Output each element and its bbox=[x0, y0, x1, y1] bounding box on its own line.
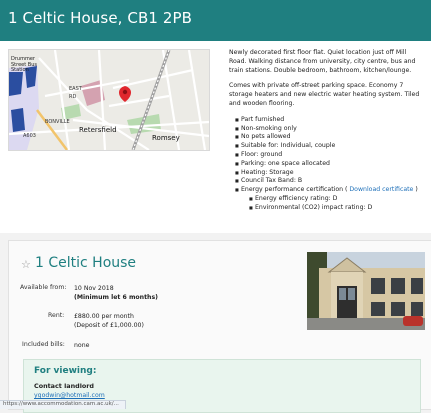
minimum-let: (Minimum let 6 months) bbox=[74, 294, 158, 301]
available-value: 10 Nov 2018 (Minimum let 6 months) bbox=[74, 284, 158, 302]
map-label-bus-station: Drummer Street Bus Station bbox=[11, 56, 37, 73]
feature-item: Parking: one space allocated bbox=[235, 160, 425, 169]
download-certificate-link[interactable]: Download certificate bbox=[349, 186, 413, 193]
feature-item: Non-smoking only bbox=[235, 125, 425, 134]
rent-amount: £880.00 per month bbox=[74, 313, 134, 320]
map-label-bonville: BONVILLE bbox=[45, 119, 70, 125]
star-outline-icon[interactable]: ☆ bbox=[21, 258, 31, 271]
feature-item: Part furnished bbox=[235, 116, 425, 125]
listing-title: 1 Celtic House bbox=[35, 255, 137, 271]
summary-section: Drummer Street Bus Station EAST RD BONVI… bbox=[0, 41, 431, 233]
map-label-rd: RD bbox=[69, 94, 77, 100]
map-label-east: EAST bbox=[69, 86, 82, 92]
epc-rating-item: Environmental (CO2) impact rating: D bbox=[249, 204, 425, 213]
property-photo[interactable] bbox=[307, 252, 425, 330]
feature-list: Part furnished Non-smoking only No pets … bbox=[229, 116, 425, 213]
epc-rating-item: Energy efficiency rating: D bbox=[249, 195, 425, 204]
location-map[interactable]: Drummer Street Bus Station EAST RD BONVI… bbox=[8, 49, 210, 151]
house-photo-graphic bbox=[307, 252, 425, 330]
title-bar: 1 Celtic House, CB1 2PB bbox=[0, 0, 431, 41]
epc-prefix: Energy performance certification ( bbox=[241, 186, 350, 194]
feature-item: Suitable for: Individual, couple bbox=[235, 142, 425, 151]
page-title: 1 Celtic House, CB1 2PB bbox=[8, 9, 193, 27]
feature-item: Council Tax Band: B bbox=[235, 177, 425, 186]
epc-suffix: ) bbox=[413, 186, 418, 194]
map-label-romsey: Romsey bbox=[152, 134, 180, 142]
rent-value: £880.00 per month (Deposit of £1,000.00) bbox=[74, 312, 144, 330]
map-label-a603: A603 bbox=[23, 133, 36, 139]
map-label-retersfield: Retersfield bbox=[79, 126, 117, 134]
landlord-email-link[interactable]: ygodwin@hotmail.com bbox=[34, 392, 105, 399]
feature-item: No pets allowed bbox=[235, 133, 425, 142]
description-paragraph: Comes with private off-street parking sp… bbox=[229, 82, 420, 107]
property-description: Newly decorated first floor flat. Quiet … bbox=[229, 49, 425, 213]
feature-item: Heating: Storage bbox=[235, 169, 425, 178]
contact-landlord: Contact landlord bbox=[34, 382, 94, 390]
description-paragraph: Newly decorated first floor flat. Quiet … bbox=[229, 49, 416, 74]
available-label: Available from: bbox=[20, 284, 67, 291]
epc-ratings-list: Energy efficiency rating: D Environmenta… bbox=[241, 195, 425, 213]
bills-value: none bbox=[74, 342, 90, 349]
viewing-heading: For viewing: bbox=[34, 366, 97, 376]
feature-item: Floor: ground bbox=[235, 151, 425, 160]
deposit-amount: (Deposit of £1,000.00) bbox=[74, 322, 144, 329]
bills-label: Included bills: bbox=[22, 341, 65, 348]
rent-label: Rent: bbox=[48, 312, 65, 319]
listing-card: ☆ 1 Celtic House Available from: 10 Nov … bbox=[8, 240, 431, 413]
status-url: https://www.accommodation.cam.ac.uk/... bbox=[3, 401, 119, 407]
feature-item-epc: Energy performance certification ( Downl… bbox=[235, 186, 425, 213]
available-date: 10 Nov 2018 bbox=[74, 285, 114, 292]
